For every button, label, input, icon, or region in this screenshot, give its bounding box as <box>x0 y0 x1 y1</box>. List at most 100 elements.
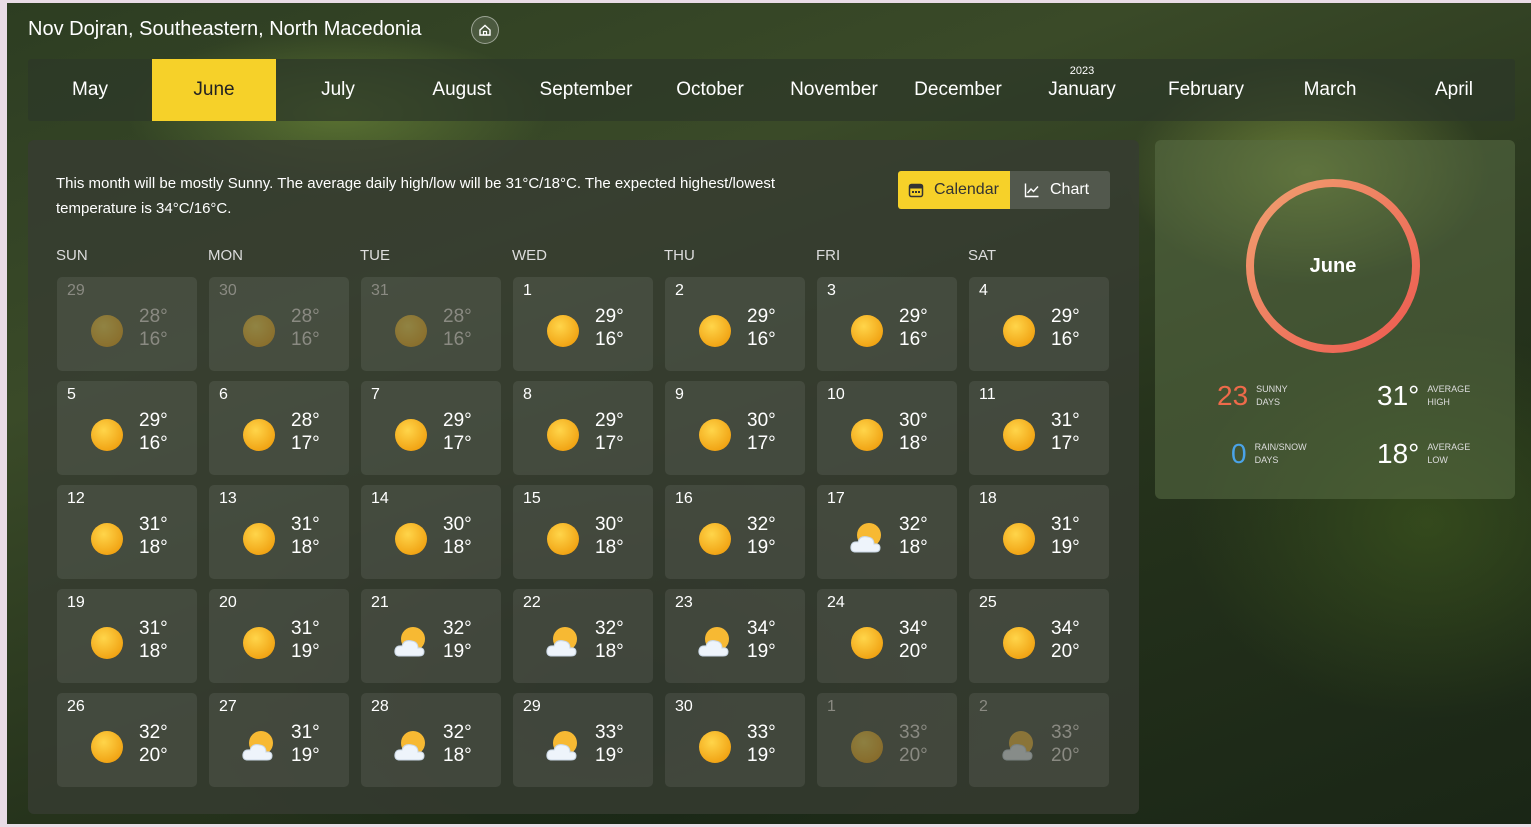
day-number: 22 <box>523 594 541 611</box>
month-tab-october[interactable]: October <box>648 59 772 121</box>
month-tab-april[interactable]: April <box>1392 59 1516 121</box>
low-temp: 16° <box>443 329 472 350</box>
month-tab-label: April <box>1434 79 1473 100</box>
month-tab-september[interactable]: September <box>524 59 648 121</box>
month-tab-february[interactable]: February <box>1144 59 1268 121</box>
low-temp: 19° <box>443 641 472 662</box>
month-tab-july[interactable]: July <box>276 59 400 121</box>
home-button[interactable] <box>471 16 499 44</box>
day-number: 20 <box>219 594 237 611</box>
low-temp: 17° <box>595 433 624 454</box>
day-cell[interactable]: 1 33° 20° <box>817 693 957 787</box>
high-temp: 30° <box>747 410 776 431</box>
day-number: 14 <box>371 490 389 507</box>
month-tab-january[interactable]: January 2023 <box>1020 59 1144 121</box>
day-cell[interactable]: 2 29° 16° <box>665 277 805 371</box>
day-cell[interactable]: 24 34° 20° <box>817 589 957 683</box>
day-cell[interactable]: 16 32° 19° <box>665 485 805 579</box>
sun-icon <box>1001 417 1037 453</box>
sun-icon <box>89 417 125 453</box>
day-number: 30 <box>219 282 237 299</box>
average-low-value: 18° <box>1377 438 1420 469</box>
day-cell[interactable]: 12 31° 18° <box>57 485 197 579</box>
day-cell[interactable]: 28 32° 18° <box>361 693 501 787</box>
day-cell[interactable]: 27 31° 19° <box>209 693 349 787</box>
day-number: 29 <box>67 282 85 299</box>
day-cell[interactable]: 1 29° 16° <box>513 277 653 371</box>
sun-icon <box>697 521 733 557</box>
day-cell[interactable]: 19 31° 18° <box>57 589 197 683</box>
day-cell[interactable]: 25 34° 20° <box>969 589 1109 683</box>
day-cell[interactable]: 2 33° 20° <box>969 693 1109 787</box>
day-number: 6 <box>219 386 228 403</box>
day-number: 21 <box>371 594 389 611</box>
day-number: 28 <box>371 698 389 715</box>
sun-icon <box>1001 521 1037 557</box>
low-temp: 17° <box>747 433 776 454</box>
high-label-bottom: HIGH <box>1427 397 1450 407</box>
month-tab-november[interactable]: November <box>772 59 896 121</box>
high-temp: 33° <box>1051 722 1080 743</box>
low-temp: 19° <box>1051 537 1080 558</box>
day-cell[interactable]: 29 33° 19° <box>513 693 653 787</box>
day-cell[interactable]: 26 32° 20° <box>57 693 197 787</box>
low-temp: 20° <box>139 745 168 766</box>
day-cell[interactable]: 17 32° 18° <box>817 485 957 579</box>
day-cell[interactable]: 22 32° 18° <box>513 589 653 683</box>
day-number: 10 <box>827 386 845 403</box>
month-tab-december[interactable]: December <box>896 59 1020 121</box>
day-cell[interactable]: 4 29° 16° <box>969 277 1109 371</box>
day-cell[interactable]: 20 31° 19° <box>209 589 349 683</box>
low-temp: 18° <box>899 433 928 454</box>
day-cell[interactable]: 29 28° 16° <box>57 277 197 371</box>
day-cell[interactable]: 8 29° 17° <box>513 381 653 475</box>
low-temp: 18° <box>291 537 320 558</box>
high-temp: 34° <box>899 618 928 639</box>
day-cell[interactable]: 23 34° 19° <box>665 589 805 683</box>
day-number: 1 <box>827 698 836 715</box>
day-cell[interactable]: 10 30° 18° <box>817 381 957 475</box>
low-temp: 16° <box>595 329 624 350</box>
sun-icon <box>89 729 125 765</box>
day-cell[interactable]: 6 28° 17° <box>209 381 349 475</box>
day-cell[interactable]: 5 29° 16° <box>57 381 197 475</box>
high-temp: 34° <box>1051 618 1080 639</box>
month-tab-august[interactable]: August <box>400 59 524 121</box>
day-number: 13 <box>219 490 237 507</box>
day-cell[interactable]: 15 30° 18° <box>513 485 653 579</box>
rain-days-stat: 0 RAIN/SNOW DAYS <box>1231 438 1307 470</box>
month-tab-label: February <box>1167 79 1245 100</box>
day-number: 16 <box>675 490 693 507</box>
day-cell[interactable]: 3 29° 16° <box>817 277 957 371</box>
day-cell[interactable]: 14 30° 18° <box>361 485 501 579</box>
day-cell[interactable]: 9 30° 17° <box>665 381 805 475</box>
low-temp: 16° <box>899 329 928 350</box>
chart-view-button[interactable]: Chart <box>1010 171 1110 209</box>
day-cell[interactable]: 11 31° 17° <box>969 381 1109 475</box>
partly-cloudy-icon <box>1001 729 1037 765</box>
day-cell[interactable]: 30 33° 19° <box>665 693 805 787</box>
day-number: 1 <box>523 282 532 299</box>
day-cell[interactable]: 13 31° 18° <box>209 485 349 579</box>
weekday-header: TUE <box>360 247 390 264</box>
day-cell[interactable]: 31 28° 16° <box>361 277 501 371</box>
high-temp: 31° <box>291 618 320 639</box>
month-tab-may[interactable]: May <box>28 59 152 121</box>
day-number: 26 <box>67 698 85 715</box>
month-ring: June <box>1243 176 1423 356</box>
month-tab-label: September <box>539 79 633 100</box>
calendar-view-button[interactable]: Calendar <box>898 171 1010 209</box>
sunny-days-stat: 23 SUNNY DAYS <box>1217 380 1288 412</box>
low-temp: 18° <box>443 537 472 558</box>
high-temp: 29° <box>139 410 168 431</box>
partly-cloudy-icon <box>697 625 733 661</box>
day-cell[interactable]: 30 28° 16° <box>209 277 349 371</box>
day-cell[interactable]: 7 29° 17° <box>361 381 501 475</box>
month-tab-march[interactable]: March <box>1268 59 1392 121</box>
day-cell[interactable]: 18 31° 19° <box>969 485 1109 579</box>
month-tab-june[interactable]: June <box>152 59 276 121</box>
high-temp: 30° <box>595 514 624 535</box>
high-temp: 31° <box>1051 514 1080 535</box>
day-number: 3 <box>827 282 836 299</box>
day-cell[interactable]: 21 32° 19° <box>361 589 501 683</box>
